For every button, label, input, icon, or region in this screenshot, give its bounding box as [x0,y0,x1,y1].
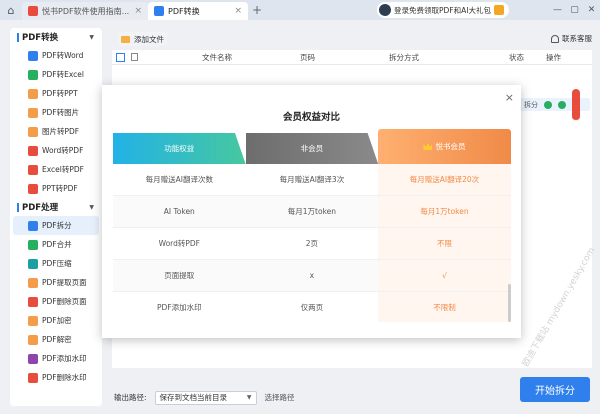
watermark-remove-icon [28,372,38,383]
section-title: PDF处理 [22,203,59,213]
chevron-down-icon: ▼ [89,203,94,211]
sidebar-item-pdf-split[interactable]: PDF拆分 [13,216,99,235]
col-action: 操作 [546,52,561,62]
modal-title: 会员权益对比 [282,112,340,123]
sidebar-item-ppt-to-pdf[interactable]: PPT转PDF [10,179,102,198]
lock-icon [28,315,38,326]
watermark-icon [28,353,38,364]
bottom-bar: 输出路径: 保存到文档当前目录 ▼ 选择路径 开始拆分 [106,377,600,414]
col-status: 状态 [509,52,524,62]
delete-icon[interactable] [572,88,580,121]
table-row: PDF添加水印 仅两页 不限制 [113,292,511,322]
sidebar-item-pdf-decrypt[interactable]: PDF解密 [10,330,102,349]
sidebar-item-pdf-merge[interactable]: PDF合并 [10,235,102,254]
word-icon [28,50,38,61]
contact-support-button[interactable]: 联系客服 [551,33,592,44]
tab-label: 悦书PDF软件使用指南... [42,6,130,16]
sidebar-item-image-to-pdf[interactable]: 图片转PDF [10,122,102,141]
pdf-icon [28,6,38,16]
info-icon[interactable] [544,100,552,109]
sidebar-item-pdf-to-word[interactable]: PDF转Word [10,46,102,65]
ppt-icon [28,88,38,99]
table-row: 每月赠送AI翻译次数 每月赠送AI翻译3次 每月赠送AI翻译20次 [113,164,511,196]
close-window-button[interactable]: ✕ [583,5,600,15]
output-path-select[interactable]: 保存到文档当前目录 ▼ [154,390,257,405]
output-path-label: 输出路径: [114,393,147,402]
close-icon[interactable]: × [234,6,242,16]
table-header: 文件名称 页码 拆分方式 状态 操作 [112,50,592,65]
sidebar-item-pdf-encrypt[interactable]: PDF加密 [10,311,102,330]
header-non-member: 非会员 [245,133,379,164]
sidebar-item-pdf-extract-pages[interactable]: PDF提取页面 [10,273,102,292]
tab-label: PDF转换 [168,6,200,16]
header-features: 功能权益 [113,133,246,164]
merge-icon [28,239,38,250]
split-icon [28,220,38,231]
sidebar-item-pdf-to-excel[interactable]: PDF转Excel [10,65,102,84]
add-tab-button[interactable]: + [248,3,266,17]
sidebar-item-word-to-pdf[interactable]: Word转PDF [10,141,102,160]
app-icon [154,6,164,16]
col-split-mode: 拆分方式 [389,52,419,62]
maximize-button[interactable]: ▢ [566,5,583,15]
sidebar-item-pdf-remove-watermark[interactable]: PDF删除水印 [10,368,102,387]
promo-text: 登录免费领取PDF和AI大礼包 [394,5,491,15]
home-icon[interactable]: ⌂ [0,0,22,20]
chevron-down-icon: ▼ [89,33,94,41]
sidebar-item-pdf-to-image[interactable]: PDF转图片 [10,103,102,122]
choose-path-link[interactable]: 选择路径 [265,392,295,403]
folder-icon [121,35,130,43]
section-title: PDF转换 [22,33,59,43]
section-pdf-convert[interactable]: PDF转换 ▼ [10,28,102,46]
col-page: 页码 [300,52,315,62]
trash-icon[interactable] [131,53,138,61]
compress-icon [28,258,38,269]
minimize-button[interactable]: — [549,5,566,15]
header-vip: 悦书会员 [378,129,511,164]
col-filename: 文件名称 [202,52,232,62]
sidebar-item-pdf-compress[interactable]: PDF压缩 [10,254,102,273]
play-icon[interactable] [558,100,566,109]
scrollbar[interactable] [508,284,511,322]
delete-page-icon [28,296,38,307]
gift-icon [493,5,504,15]
chevron-down-icon: ▼ [246,394,252,401]
window-controls: — ▢ ✕ [549,0,600,20]
sidebar-item-pdf-delete-pages[interactable]: PDF删除页面 [10,292,102,311]
comparison-table: 功能权益 非会员 悦书会员 每月赠送AI翻译次数 每月赠送AI翻译3次 每月赠送… [113,129,511,322]
pdf-icon [28,164,38,175]
sidebar-item-pdf-to-ppt[interactable]: PDF转PPT [10,84,102,103]
headset-icon [551,34,559,43]
sidebar-item-excel-to-pdf[interactable]: Excel转PDF [10,160,102,179]
add-file-button[interactable]: 添加文件 [118,32,167,46]
close-icon[interactable]: × [505,91,514,104]
image-icon [28,126,38,137]
table-row: AI Token 每月1万token 每月1万token [113,196,511,228]
login-promo[interactable]: 登录免费领取PDF和AI大礼包 [377,2,509,18]
membership-modal: × 会员权益对比 功能权益 非会员 悦书会员 每月赠送AI翻译次数 每月赠送AI… [102,85,521,338]
title-bar: ⌂ 悦书PDF软件使用指南... × PDF转换 × + 登录免费领取PDF和A… [0,0,600,20]
table-row: 页面提取 x √ [113,260,511,292]
start-split-button[interactable]: 开始拆分 [520,377,590,402]
extract-icon [28,277,38,288]
section-pdf-process[interactable]: PDF处理 ▼ [10,198,102,216]
sidebar: PDF转换 ▼ PDF转Word PDF转Excel PDF转PPT PDF转图… [10,28,102,406]
avatar [379,4,391,16]
close-icon[interactable]: × [134,6,142,16]
excel-icon [28,69,38,80]
select-all-checkbox[interactable] [116,52,125,62]
comparison-rows[interactable]: 每月赠送AI翻译次数 每月赠送AI翻译3次 每月赠送AI翻译20次 AI Tok… [113,164,511,322]
comparison-header: 功能权益 非会员 悦书会员 [113,129,511,164]
row-status: 拆分 [524,100,538,109]
sidebar-item-pdf-add-watermark[interactable]: PDF添加水印 [10,349,102,368]
unlock-icon [28,334,38,345]
table-row: Word转PDF 2页 不限 [113,228,511,260]
tab-guide[interactable]: 悦书PDF软件使用指南... × [22,2,148,20]
tab-pdf-convert[interactable]: PDF转换 × [148,2,248,20]
pdf-icon [28,183,38,194]
image-icon [28,107,38,118]
pdf-icon [28,145,38,156]
crown-icon [423,143,433,150]
